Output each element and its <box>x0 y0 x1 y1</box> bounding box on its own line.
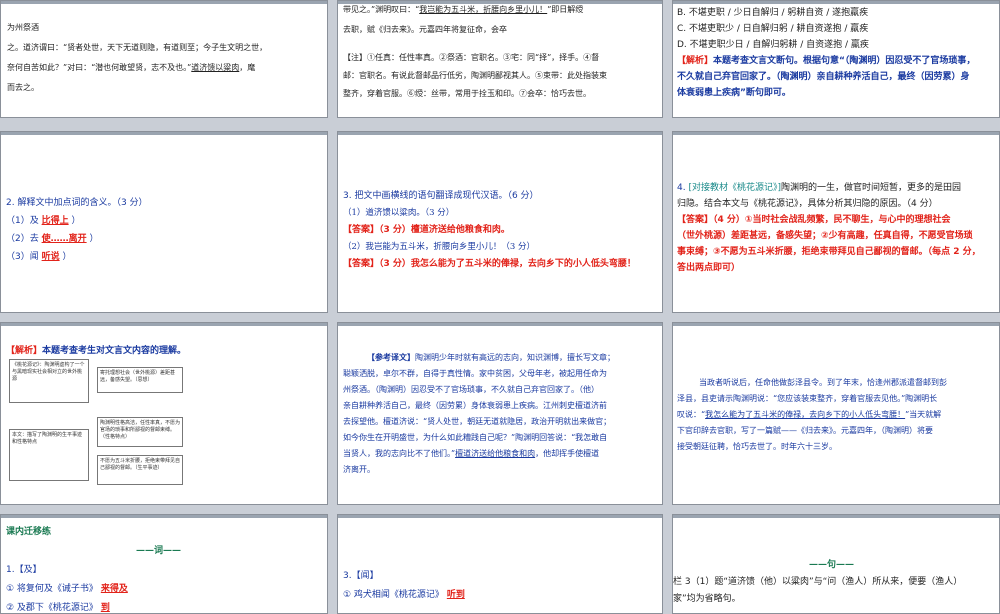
translation-line: 去探望他。檀道济说：“贤人处世，朝廷无道就隐居，政治开明就出来做官； <box>343 417 612 426</box>
analysis-line: 【解析】本题考查文言文断句。根据句意“（陶渊明）因忍受不了官场琐事， <box>677 56 976 66</box>
slide-8: 【参考译文】陶渊明少年时就有高远的志向，知识渊博，擅长写文章； 聪颖洒脱，卓尔不… <box>337 322 663 505</box>
answer-line: 【答案】（4 分）①当时社会战乱频繁，民不聊生，与心中的理想社会 <box>677 215 951 225</box>
text-line: 奈何自苦如此？”对曰：“潜也何敢望贤，志不及也。”道济馈以粱肉，麾 <box>7 63 256 72</box>
word-item: ② 及郡下《桃花源记》 到 <box>6 603 110 613</box>
sentence-1: （1）道济馈以粱肉。（3 分） <box>343 208 455 218</box>
word-item: ① 鸡犬相闻《桃花源记》 听到 <box>343 590 465 600</box>
answer-line: 答出两点即可） <box>677 263 741 273</box>
option-c: C. 不堪吏职少 / 日自解归躬 / 耕自资遂抱 / 羸疾 <box>677 24 869 34</box>
sentence-text: 栏 3（1）题“道济馈（他）以粱肉”与“问（渔人）所从来，便要（渔人） <box>673 577 963 587</box>
question-title: 4. [对接教材《桃花源记》]陶渊明的一生，做官时间短暂，更多的是田园 <box>677 183 961 193</box>
note-line: 邮：官职名。有说此督邮品行低劣，陶渊明鄙视其人。⑤束带：此处指装束 <box>343 71 607 80</box>
slide-12: ——句—— 栏 3（1）题“道济馈（他）以粱肉”与“问（渔人）所从来，便要（渔人… <box>672 514 1000 614</box>
translation-line: 【参考译文】陶渊明少年时就有高远的志向，知识渊博，擅长写文章； <box>367 352 615 362</box>
translation-line: 亲自耕种养活自己，最终（因劳累）身体衰弱患上疾病。江州刺史檀道济前 <box>343 401 607 410</box>
slide-11: 3.【闻】 ① 鸡犬相闻《桃花源记》 听到 <box>337 514 663 614</box>
slide-4: 2. 解释文中加点词的含义。（3 分） （1）及 比得上 ） （2）去 使……离… <box>0 131 328 313</box>
section-sub: ——句—— <box>809 560 855 570</box>
slide-5: 3. 把文中画横线的语句翻译成现代汉语。（6 分） （1）道济馈以粱肉。（3 分… <box>337 131 663 313</box>
answer-line: 事束缚；③不愿为五斗米折腰，拒绝束带拜见自己鄙视的督邮。（每点 2 分， <box>677 247 981 257</box>
answer-item: （2）去 使……离开 ） <box>6 234 99 244</box>
slide-1: 为州祭酒 之。道济谓曰：“贤者处世，天下无道则隐，有道则至；今子生文明之世， 奈… <box>0 0 328 118</box>
analysis-diagram: 《桃花源记》：陶渊明虚构了一个与黑暗现实社会相对立的世外桃源 寄托理想社会（世外… <box>9 359 187 499</box>
diagram-box: 寄托理想社会（世外桃源）差距甚远，备感失望。（思想） <box>97 367 183 393</box>
slide-10: 课内迁移练 ——词—— 1.【及】 ① 将复何及《诫子书》 来得及 ② 及郡下《… <box>0 514 328 614</box>
slide-2: 带见之。”渊明叹曰：“我岂能为五斗米，折腰向乡里小儿！”即日解绶 去职，赋《归去… <box>337 0 663 118</box>
text-line: 带见之。”渊明叹曰：“我岂能为五斗米，折腰向乡里小儿！”即日解绶 <box>343 5 584 14</box>
analysis-line: 不久就自己弃官回家了。（陶渊明）亲自耕种养活自己，最终（因劳累）身 <box>677 72 970 82</box>
answer-item: （1）及 比得上 ） <box>6 216 81 226</box>
diagram-box: 《桃花源记》：陶渊明虚构了一个与黑暗现实社会相对立的世外桃源 <box>9 359 89 403</box>
question-title-2: 归隐。结合本文与《桃花源记》，具体分析其归隐的原因。（4 分） <box>677 199 938 209</box>
translation-line: 济离开。 <box>343 465 375 474</box>
translation-line: 州祭酒。（陶渊明）因忍受不了官场琐事，不久就自己弃官回家了。（他） <box>343 385 599 394</box>
translation-line: 泽县，县吏请示陶渊明说：“您应该装束整齐，穿着官服去见他。”陶渊明长 <box>677 394 938 403</box>
text-line: 为州祭酒 <box>7 23 39 32</box>
translation-line: 当政者听说后，任命他做彭泽县令。到了年末，恰逢州郡派遣督邮到彭 <box>699 378 947 387</box>
text-line: 之。道济谓曰：“贤者处世，天下无道则隐，有道则至；今子生文明之世， <box>7 43 268 52</box>
answer-item: （3）闻 听说 ） <box>6 252 72 262</box>
question-title: 2. 解释文中加点词的含义。（3 分） <box>6 198 148 208</box>
slide-3: B. 不堪吏职 / 少日自解归 / 躬耕自资 / 遂抱羸疾 C. 不堪吏职少 /… <box>672 0 1000 118</box>
option-d: D. 不堪吏职少日 / 自解归躬耕 / 自资遂抱 / 羸疾 <box>677 40 869 50</box>
word-item: ① 将复何及《诫子书》 来得及 <box>6 584 128 594</box>
slide-7: 【解析】本题考查考生对文言文内容的理解。 《桃花源记》：陶渊明虚构了一个与黑暗现… <box>0 322 328 505</box>
translation-line: 聪颖洒脱，卓尔不群，自得于真性情。家中贫困，父母年老，被起用任命为 <box>343 369 607 378</box>
translation-line: 如今你生在开明盛世，为什么如此糟践自己呢？”陶渊明回答说：“我怎敢自 <box>343 433 608 442</box>
note-line: 【注】①任真：任性率真。②祭酒：官职名。③宅：同“择”，择手。④督 <box>343 53 600 62</box>
diagram-box: 不愿为五斗米折腰，拒绝束带拜见自己鄙视的督邮。（生平事迹） <box>97 455 183 485</box>
underlined-sentence: 道济馈以粱肉 <box>191 63 240 72</box>
analysis-line: 体衰弱患上疾病”断句即可。 <box>677 88 791 98</box>
translation-line: 当贤人，我的志向比不了他们。”檀道济送给他粮食和肉，他却挥手使檀道 <box>343 449 600 458</box>
text-line: 去职，赋《归去来》。元嘉四年将复征命，会卒 <box>343 25 507 34</box>
slide-9: 当政者听说后，任命他做彭泽县令。到了年末，恰逢州郡派遣督邮到彭 泽县，县吏请示陶… <box>672 322 1000 505</box>
translation-line: 接受朝廷征聘，恰巧去世了。时年六十三岁。 <box>677 442 837 451</box>
section-title: 课内迁移练 <box>6 527 52 537</box>
answer-line: （世外桃源）差距甚远，备感失望；②少有高趣，任真自得，不愿受官场琐 <box>677 231 973 241</box>
sentence-2: （2）我岂能为五斗米，折腰向乡里小儿！（3 分） <box>343 242 536 252</box>
analysis-heading: 【解析】本题考查考生对文言文内容的理解。 <box>6 346 187 356</box>
slide-6: 4. [对接教材《桃花源记》]陶渊明的一生，做官时间短暂，更多的是田园 归隐。结… <box>672 131 1000 313</box>
answer-1: 【答案】（3 分）檀道济送给他粮食和肉。 <box>343 225 510 235</box>
note-line: 整齐，穿着官服。⑥绶：丝带，常用于拴玉和印。⑦会卒：恰巧去世。 <box>343 89 591 98</box>
answer-2: 【答案】（3 分）我怎么能为了五斗米的俸禄，去向乡下的小人低头弯腰！ <box>343 259 636 269</box>
translation-line: 叹说：“我怎么能为了五斗米的俸禄，去向乡下的小人低头弯腰！”当天就解 <box>677 410 942 419</box>
text-line: 而去之。 <box>7 83 39 92</box>
word-heading: 1.【及】 <box>6 565 42 575</box>
diagram-box: 陶渊明性格高洁，任性率真，不愿为官场的琐事和所鄙视的督邮束缚。（性格特点） <box>97 417 183 447</box>
word-heading: 3.【闻】 <box>343 571 379 581</box>
diagram-box: 本文：描写了陶渊明的生平事迹和性格特点 <box>9 429 89 481</box>
question-title: 3. 把文中画横线的语句翻译成现代汉语。（6 分） <box>343 191 539 201</box>
underlined-sentence: 我岂能为五斗米，折腰向乡里小儿！ <box>419 5 548 14</box>
translation-line: 下官印辞去官职，写了一篇赋——《归去来》。元嘉四年，（陶渊明）将要 <box>677 426 933 435</box>
section-sub: ——词—— <box>136 546 182 556</box>
option-b: B. 不堪吏职 / 少日自解归 / 躬耕自资 / 遂抱羸疾 <box>677 8 869 18</box>
